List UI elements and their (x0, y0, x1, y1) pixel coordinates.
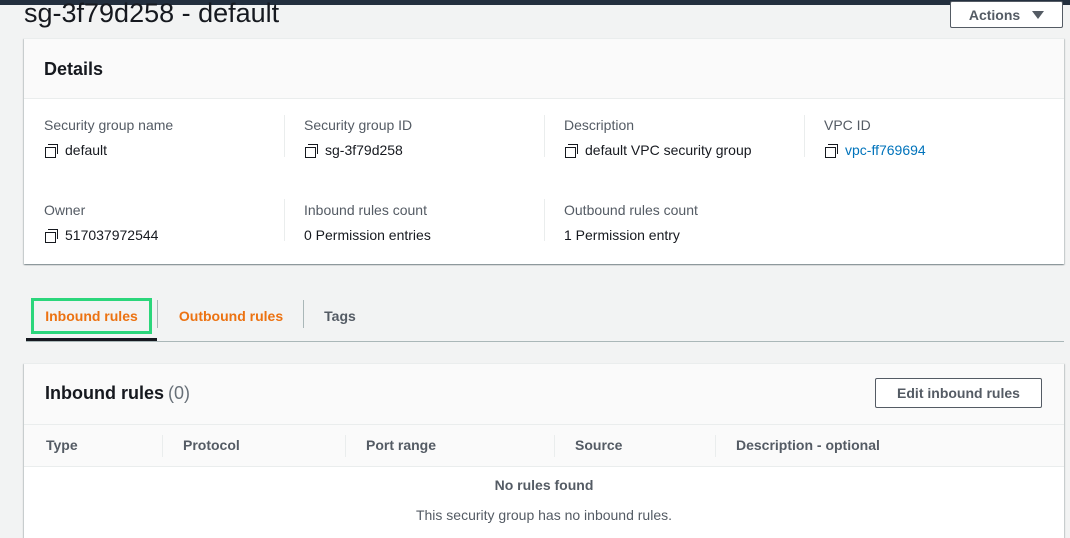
field-label: Security group name (44, 117, 174, 133)
empty-state-title: No rules found (494, 477, 594, 493)
field-label: Security group ID (304, 117, 413, 133)
copy-icon[interactable] (824, 143, 839, 158)
field-value: default VPC security group (585, 142, 752, 158)
field-security-group-id: Security group ID sg-3f79d258 (304, 115, 544, 160)
field-outbound-rules-count: Outbound rules count 1 Permission entry (564, 200, 804, 245)
column-divider (284, 199, 285, 241)
field-value: default (65, 142, 108, 158)
column-divider (544, 199, 545, 241)
inbound-rules-header: Inbound rules (0) Edit inbound rules (24, 364, 1064, 424)
field-value: 1 Permission entry (564, 227, 680, 243)
field-value: 517037972544 (65, 227, 159, 243)
column-header-protocol[interactable]: Protocol (183, 437, 240, 453)
tab-divider (303, 300, 304, 328)
actions-button-label: Actions (968, 6, 1021, 23)
column-divider (284, 115, 285, 157)
copy-icon[interactable] (44, 143, 59, 158)
caret-down-icon (1032, 10, 1045, 19)
tab-outbound-rules[interactable]: Outbound rules (166, 298, 296, 334)
inbound-rules-count: (0) (168, 383, 190, 403)
tab-divider (157, 300, 158, 328)
inbound-rules-title: Inbound rules (0) (45, 383, 190, 404)
column-divider (162, 435, 163, 457)
field-label: Outbound rules count (564, 202, 698, 218)
field-label: VPC ID (824, 117, 871, 133)
copy-icon[interactable] (304, 143, 319, 158)
field-label: Owner (44, 202, 86, 218)
inbound-rules-heading: Inbound rules (45, 383, 164, 403)
column-divider (804, 115, 805, 157)
column-divider (715, 435, 716, 457)
actions-button[interactable]: Actions (950, 1, 1063, 28)
tab-tags[interactable]: Tags (310, 298, 370, 334)
copy-icon[interactable] (564, 143, 579, 158)
field-value: 0 Permission entries (304, 227, 431, 243)
empty-state-message: This security group has no inbound rules… (415, 507, 673, 523)
column-header-source[interactable]: Source (575, 437, 622, 453)
field-description: Description default VPC security group (564, 115, 804, 160)
column-divider (345, 435, 346, 457)
column-header-type[interactable]: Type (46, 437, 78, 453)
tab-inbound-rules[interactable]: Inbound rules (31, 298, 152, 334)
tab-bar: Inbound rules Outbound rules Tags (26, 290, 1064, 342)
field-label: Description (564, 117, 635, 133)
field-security-group-name: Security group name default (44, 115, 284, 160)
vpc-id-link[interactable]: vpc-ff769694 (845, 140, 926, 160)
field-value: sg-3f79d258 (325, 142, 403, 158)
details-panel: Details Security group name default Secu… (24, 38, 1064, 264)
field-owner: Owner 517037972544 (44, 200, 284, 245)
column-header-port-range[interactable]: Port range (366, 437, 436, 453)
inbound-rules-panel: Inbound rules (0) Edit inbound rules Type… (24, 363, 1064, 538)
field-inbound-rules-count: Inbound rules count 0 Permission entries (304, 200, 544, 245)
copy-icon[interactable] (44, 228, 59, 243)
column-header-description[interactable]: Description - optional (736, 437, 880, 453)
active-tab-indicator (26, 338, 157, 341)
edit-inbound-rules-button[interactable]: Edit inbound rules (875, 378, 1042, 408)
field-vpc-id: VPC ID vpc-ff769694 (824, 115, 1064, 160)
table-header: Type Protocol Port range Source Descript… (24, 424, 1064, 467)
page-title: sg-3f79d258 - default (24, 0, 280, 28)
column-divider (544, 115, 545, 157)
field-label: Inbound rules count (304, 202, 427, 218)
column-divider (554, 435, 555, 457)
details-heading: Details (24, 39, 1064, 99)
